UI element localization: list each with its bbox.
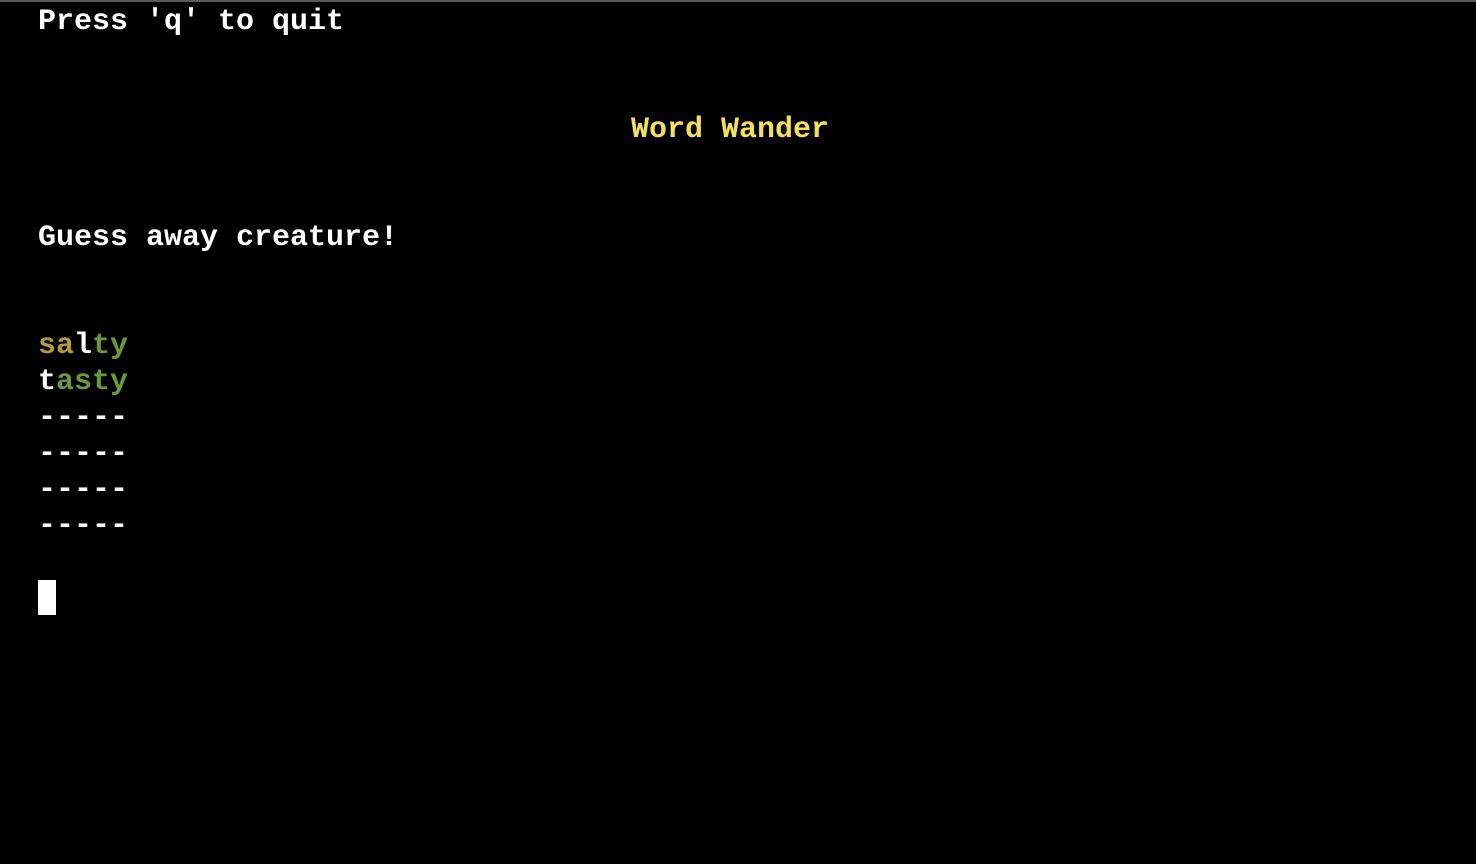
input-cursor[interactable] [38,580,56,615]
guess-letter-absent: t [38,365,57,399]
empty-row: ----- [38,437,129,471]
guess-letter-present: s [38,329,57,363]
guess-letter-absent: l [74,329,93,363]
terminal-window[interactable]: Press 'q' to quit Word Wander Guess away… [0,0,1476,864]
empty-row: ----- [38,509,129,543]
guess-board: salty tasty ----- ----- ----- ----- [38,328,128,544]
guess-letter-correct: t [92,329,111,363]
guess-prompt: Guess away creature! [38,221,399,255]
guess-row: tasty [38,364,128,400]
empty-row: ----- [38,473,129,507]
guess-letter-correct: y [110,365,129,399]
guess-letter-correct: a [56,365,75,399]
empty-row: ----- [38,401,129,435]
guess-row: salty [38,328,128,364]
guess-letter-correct: y [110,329,129,363]
guess-letter-present: a [56,329,75,363]
game-title-text: Word Wander [630,113,830,147]
guess-letter-correct: s [74,365,93,399]
guess-letter-correct: t [92,365,111,399]
quit-hint: Press 'q' to quit [38,5,345,39]
game-title: Word Wander [0,112,1476,148]
